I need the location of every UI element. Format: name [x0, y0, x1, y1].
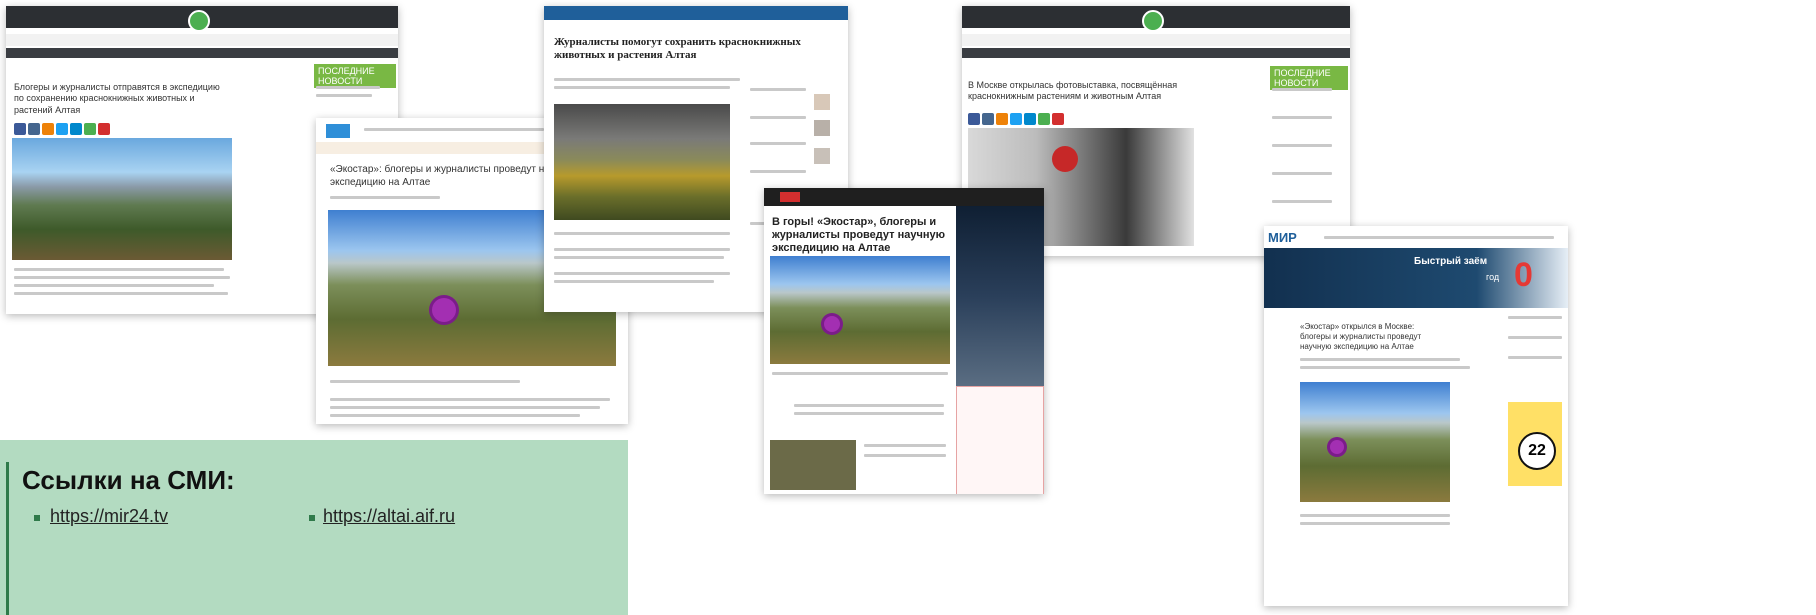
article-title: В горы! «Экостар», блогеры и журналисты …: [772, 216, 946, 254]
sidebar-line: [750, 88, 806, 91]
article-title: Блогеры и журналисты отправятся в экспед…: [14, 82, 220, 115]
text-line: [1300, 522, 1450, 525]
article-title: «Экостар» открылся в Москве: блогеры и ж…: [1300, 322, 1422, 351]
sidebar-badge: ПОСЛЕДНИЕ НОВОСТИ: [314, 64, 396, 88]
text-line: [14, 268, 224, 271]
sidebar-line: [316, 86, 380, 89]
text-line: [554, 256, 724, 259]
site-logo: МИР: [1268, 230, 1297, 245]
screenshot-article-6: МИР Быстрый заём год 0 «Экостар» открылс…: [1264, 226, 1568, 606]
top-nav-bar: [764, 188, 1044, 206]
text-line: [330, 398, 610, 401]
text-line: [864, 454, 946, 457]
sub-nav: [6, 34, 398, 46]
sidebar-line: [1272, 200, 1332, 203]
sub-nav: [962, 34, 1350, 46]
sidebar-thumb: [814, 94, 830, 110]
sidebar-badge: ПОСЛЕДНИЕ НОВОСТИ: [1270, 66, 1348, 90]
caption-line: [330, 380, 520, 383]
sidebar-thumb: [814, 120, 830, 136]
flower-icon: [824, 316, 840, 332]
related-thumb[interactable]: [770, 440, 856, 490]
text-line: [1300, 514, 1450, 517]
sidebar-line: [1508, 316, 1562, 319]
flower-icon: [432, 298, 456, 322]
site-logo-icon: [188, 10, 210, 32]
sidebar-line: [750, 116, 806, 119]
caption-line: [772, 372, 948, 375]
promo-box[interactable]: 22: [1508, 402, 1562, 486]
link-aif[interactable]: https://altai.aif.ru: [323, 506, 455, 527]
lead-line: [554, 78, 740, 81]
sidebar-line: [1272, 144, 1332, 147]
ad-unit: год: [1486, 272, 1500, 282]
article-photo: [554, 104, 730, 220]
sidebar-line: [1272, 172, 1332, 175]
ad-box[interactable]: [956, 386, 1044, 494]
text-line: [554, 280, 714, 283]
sidebar-line: [1508, 336, 1562, 339]
ad-banner[interactable]: [956, 206, 1044, 386]
article-title: В Москве открылась фотовыставка, посвящё…: [968, 80, 1178, 102]
sidebar-line: [1508, 356, 1562, 359]
sidebar-thumb: [814, 148, 830, 164]
sidebar-line: [1272, 116, 1332, 119]
meta-line: [330, 196, 440, 199]
screenshot-article-4: В горы! «Экостар», блогеры и журналисты …: [764, 188, 1044, 494]
article-photo: [770, 256, 950, 364]
sidebar-line: [1272, 88, 1332, 91]
links-title: Ссылки на СМИ:: [22, 465, 235, 495]
ad-banner[interactable]: Быстрый заём год 0: [1264, 248, 1568, 308]
person-hat-icon: [1052, 146, 1078, 172]
sidebar-line: [750, 170, 806, 173]
text-line: [794, 412, 944, 415]
sidebar-line: [750, 142, 806, 145]
rubric-bar: [6, 48, 398, 58]
site-logo-icon: [780, 192, 800, 202]
text-line: [14, 292, 228, 295]
sidebar-line: [316, 94, 372, 97]
text-line: [330, 414, 580, 417]
text-line: [554, 232, 730, 235]
ad-text: Быстрый заём: [1414, 256, 1488, 267]
bullet-icon: [309, 515, 315, 521]
text-line: [14, 276, 230, 279]
nav-line: [364, 128, 544, 131]
text-line: [554, 272, 730, 275]
ad-number: 0: [1514, 256, 1533, 294]
promo-number: 22: [1518, 432, 1556, 470]
accent-rule: [6, 462, 9, 615]
site-logo-icon: [1142, 10, 1164, 32]
bullet-icon: [34, 515, 40, 521]
text-line: [14, 284, 214, 287]
text-line: [554, 248, 730, 251]
link-mir24[interactable]: https://mir24.tv: [50, 506, 168, 527]
article-photo: [1300, 382, 1450, 502]
rubric-bar: [962, 48, 1350, 58]
text-line: [864, 444, 946, 447]
article-title: Журналисты помогут сохранить краснокнижн…: [554, 36, 801, 61]
text-line: [330, 406, 600, 409]
nav-line: [1324, 236, 1554, 239]
flower-icon: [1330, 440, 1344, 454]
lead-line: [554, 86, 730, 89]
site-logo-icon: [326, 124, 350, 138]
text-line: [1300, 366, 1470, 369]
article-photo: [12, 138, 232, 260]
top-header-bar: [544, 6, 848, 20]
text-line: [794, 404, 944, 407]
text-line: [1300, 358, 1460, 361]
